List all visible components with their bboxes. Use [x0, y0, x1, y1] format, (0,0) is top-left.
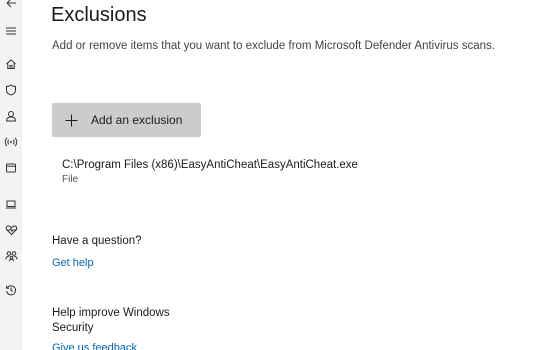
- hamburger-menu-icon: [6, 27, 16, 35]
- nav-item-family-options[interactable]: [0, 245, 22, 267]
- nav-item-device-security[interactable]: [0, 193, 22, 215]
- menu-button[interactable]: [0, 20, 22, 42]
- plus-icon: [64, 113, 78, 127]
- get-help-link[interactable]: Get help: [52, 257, 94, 269]
- exclusion-type: File: [62, 174, 79, 185]
- give-feedback-link[interactable]: Give us feedback: [52, 342, 137, 350]
- nav-item-device-performance[interactable]: [0, 219, 22, 241]
- back-arrow-icon: [6, 0, 16, 8]
- shield-icon: [6, 84, 16, 96]
- wifi-antenna-icon: [4, 137, 18, 147]
- exclusion-list-item[interactable]: C:\Program Files (x86)\EasyAntiCheat\Eas…: [62, 157, 462, 186]
- family-icon: [5, 251, 17, 262]
- nav-item-account-protection[interactable]: [0, 105, 22, 127]
- add-exclusion-label: Add an exclusion: [91, 113, 183, 127]
- navigation-rail: [0, 0, 22, 350]
- page-title: Exclusions: [51, 4, 147, 26]
- back-button[interactable]: [0, 0, 22, 14]
- laptop-icon: [5, 200, 17, 209]
- nav-item-home[interactable]: [0, 53, 22, 75]
- app-window-icon: [6, 163, 16, 173]
- history-icon: [6, 285, 17, 296]
- person-icon: [5, 111, 17, 122]
- windows-security-window: Exclusions Add or remove items that you …: [0, 0, 550, 350]
- nav-item-virus-protection[interactable]: [0, 79, 22, 101]
- improve-heading: Help improve Windows Security: [52, 307, 170, 334]
- nav-item-protection-history[interactable]: [0, 279, 22, 301]
- help-heading: Have a question?: [52, 235, 142, 247]
- exclusion-path: C:\Program Files (x86)\EasyAntiCheat\Eas…: [62, 159, 358, 171]
- exclusions-page: Exclusions Add or remove items that you …: [51, 0, 550, 350]
- nav-item-firewall[interactable]: [0, 131, 22, 153]
- nav-item-app-browser-control[interactable]: [0, 157, 22, 179]
- heart-pulse-icon: [5, 225, 17, 236]
- home-icon: [6, 59, 16, 69]
- page-description: Add or remove items that you want to exc…: [52, 40, 495, 52]
- add-exclusion-button[interactable]: Add an exclusion: [52, 103, 201, 137]
